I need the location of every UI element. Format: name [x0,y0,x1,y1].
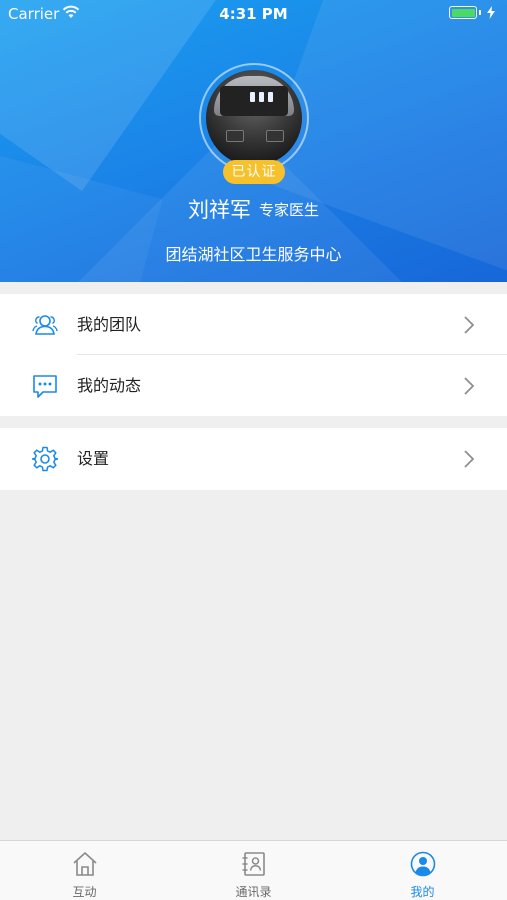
chevron-right-icon [464,316,475,334]
menu-item-settings[interactable]: 设置 [0,428,507,489]
gear-icon [32,446,58,472]
chevron-right-icon [464,450,475,468]
tab-label: 我的 [410,885,435,899]
user-role: 专家医生 [258,200,319,219]
menu-item-my-activity[interactable]: 我的动态 [0,355,507,416]
tab-label: 通讯录 [235,885,272,899]
tab-label: 互动 [72,885,97,899]
name-row: 刘祥军 专家医生 [0,194,507,224]
profile-header: Carrier 4:31 PM 已认证 刘祥军 专家医生 团结湖社区卫生服务中心 [0,0,507,282]
menu-item-label: 设置 [77,449,110,468]
menu-item-my-team[interactable]: 我的团队 [0,294,507,355]
avatar-photo [206,70,302,166]
chevron-right-icon [464,377,475,395]
home-icon [73,852,97,876]
tab-contacts[interactable]: 通讯录 [169,841,338,900]
tab-bar: 互动 通讯录 我的 [0,840,507,900]
avatar[interactable] [199,63,309,173]
user-name: 刘祥军 [187,198,251,222]
menu-group-settings: 设置 [0,428,507,490]
status-bar: Carrier 4:31 PM [0,0,507,28]
verified-badge: 已认证 [223,160,285,184]
contacts-icon [242,852,265,876]
message-icon [33,375,57,398]
battery-icon [449,6,495,19]
menu-item-label: 我的团队 [77,315,142,334]
menu-group-primary: 我的团队 我的动态 [0,294,507,416]
clock: 4:31 PM [219,5,288,23]
menu-item-label: 我的动态 [77,376,142,395]
organization-name: 团结湖社区卫生服务中心 [165,245,342,264]
tab-interaction[interactable]: 互动 [0,841,169,900]
tab-mine[interactable]: 我的 [338,841,507,900]
team-icon [32,315,58,335]
profile-icon [410,851,436,877]
